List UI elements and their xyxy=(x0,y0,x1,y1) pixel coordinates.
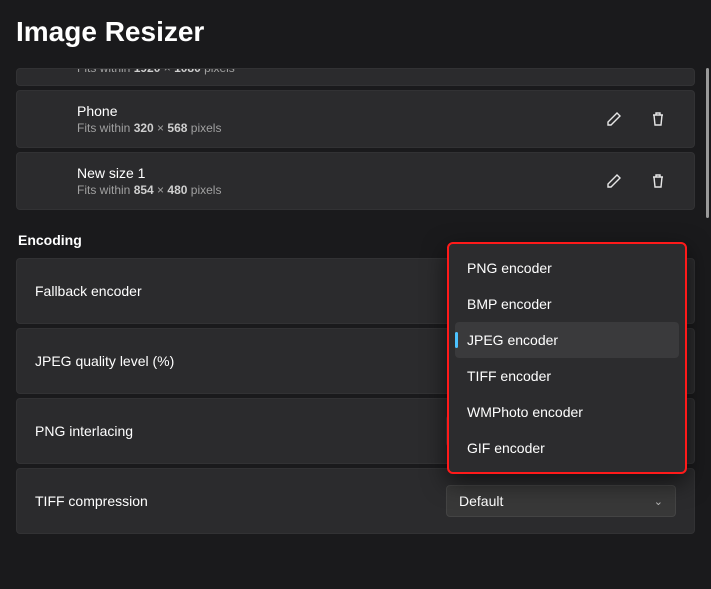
preset-name: New size 1 xyxy=(77,165,588,181)
setting-tiff-compression: TIFF compression Default ⌄ xyxy=(16,468,695,534)
preset-desc: Fits within 854 × 480 pixels xyxy=(77,183,588,197)
preset-name: Phone xyxy=(77,103,588,119)
encoder-option[interactable]: PNG encoder xyxy=(455,250,679,286)
tiff-compression-dropdown[interactable]: Default ⌄ xyxy=(446,485,676,517)
preset-row[interactable]: New size 1 Fits within 854 × 480 pixels xyxy=(16,152,695,210)
preset-desc: Fits within 1920 × 1080 pixels xyxy=(77,68,676,75)
edit-button[interactable] xyxy=(596,101,632,137)
content-area: Fits within 1920 × 1080 pixels Phone Fit… xyxy=(0,68,711,588)
setting-label: TIFF compression xyxy=(35,493,148,509)
encoder-option[interactable]: JPEG encoder xyxy=(455,322,679,358)
preset-desc: Fits within 320 × 568 pixels xyxy=(77,121,588,135)
setting-label: Fallback encoder xyxy=(35,283,142,299)
chevron-down-icon: ⌄ xyxy=(654,495,663,508)
setting-label: JPEG quality level (%) xyxy=(35,353,174,369)
preset-row[interactable]: Fits within 1920 × 1080 pixels xyxy=(16,68,695,86)
delete-button[interactable] xyxy=(640,101,676,137)
encoder-option[interactable]: TIFF encoder xyxy=(455,358,679,394)
setting-label: PNG interlacing xyxy=(35,423,133,439)
page-title: Image Resizer xyxy=(0,0,711,68)
encoder-dropdown-menu: PNG encoderBMP encoderJPEG encoderTIFF e… xyxy=(447,242,687,474)
delete-button[interactable] xyxy=(640,163,676,199)
encoder-option[interactable]: BMP encoder xyxy=(455,286,679,322)
edit-button[interactable] xyxy=(596,163,632,199)
encoder-option[interactable]: WMPhoto encoder xyxy=(455,394,679,430)
preset-row[interactable]: Phone Fits within 320 × 568 pixels xyxy=(16,90,695,148)
scrollbar-thumb[interactable] xyxy=(706,68,709,218)
encoder-option[interactable]: GIF encoder xyxy=(455,430,679,466)
